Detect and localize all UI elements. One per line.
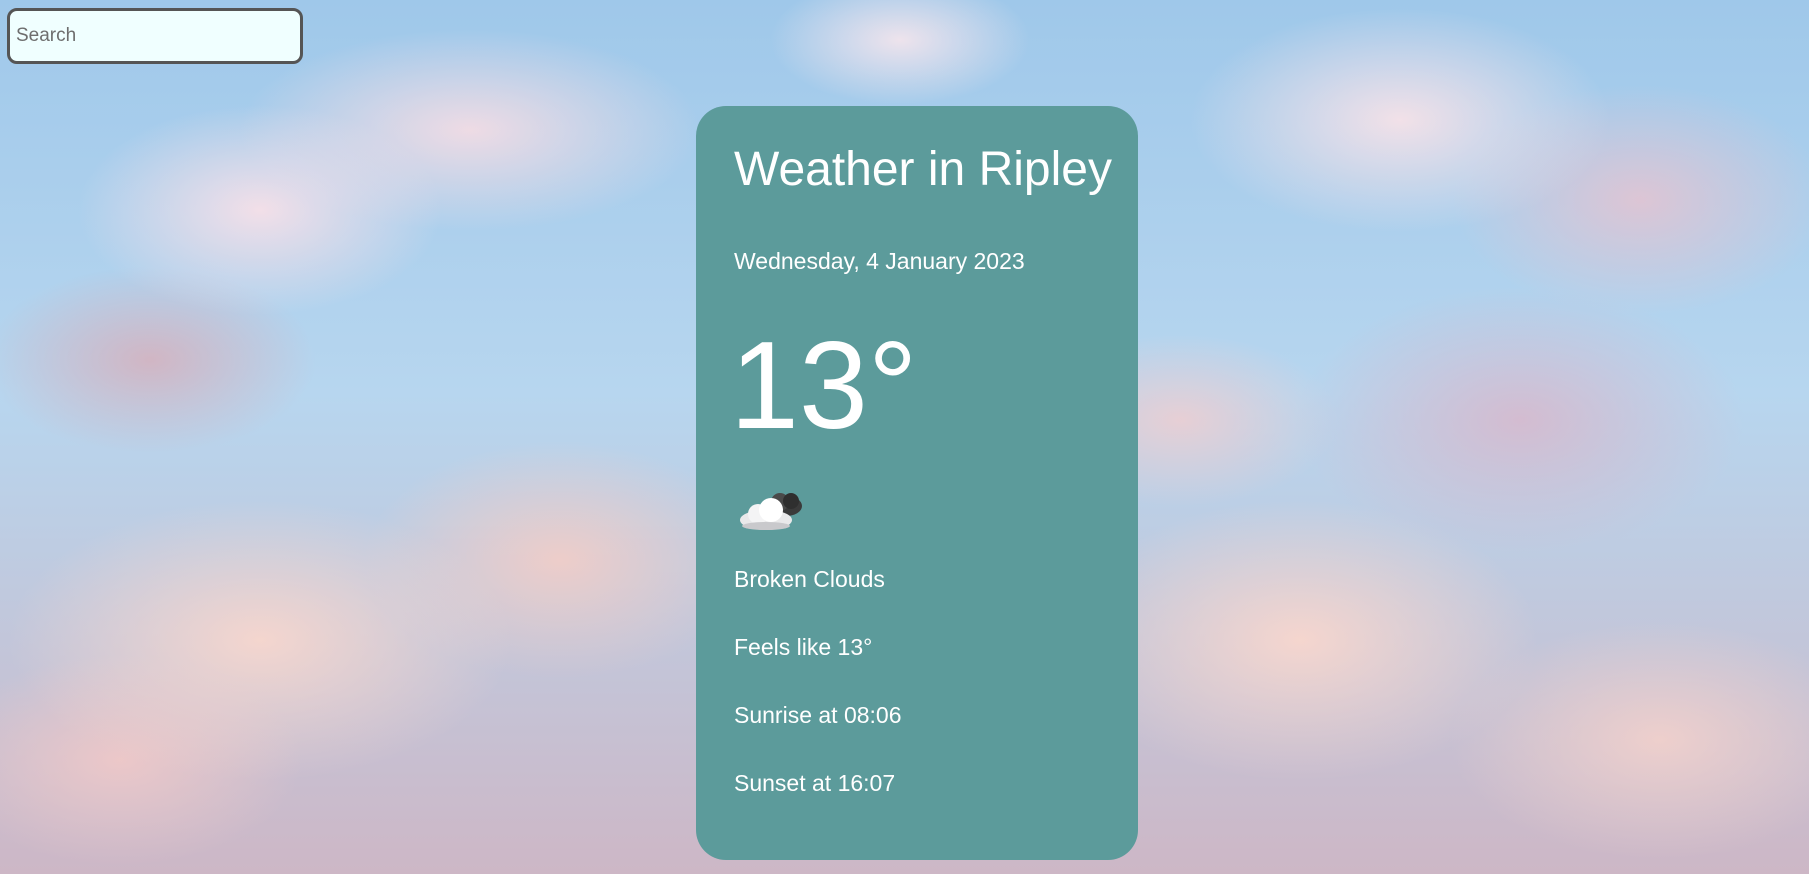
search-input[interactable]	[7, 8, 303, 64]
sunset-time: Sunset at 16:07	[734, 770, 896, 796]
feels-like: Feels like 13°	[734, 634, 873, 660]
weather-date: Wednesday, 4 January 2023	[734, 248, 1025, 274]
weather-card: Weather in Ripley Wednesday, 4 January 2…	[696, 106, 1138, 860]
temperature: 13°	[730, 317, 918, 455]
weather-title: Weather in Ripley	[734, 143, 1112, 196]
sunrise-time: Sunrise at 08:06	[734, 702, 902, 728]
cloud-icon	[740, 493, 802, 530]
weather-description: Broken Clouds	[734, 566, 885, 592]
